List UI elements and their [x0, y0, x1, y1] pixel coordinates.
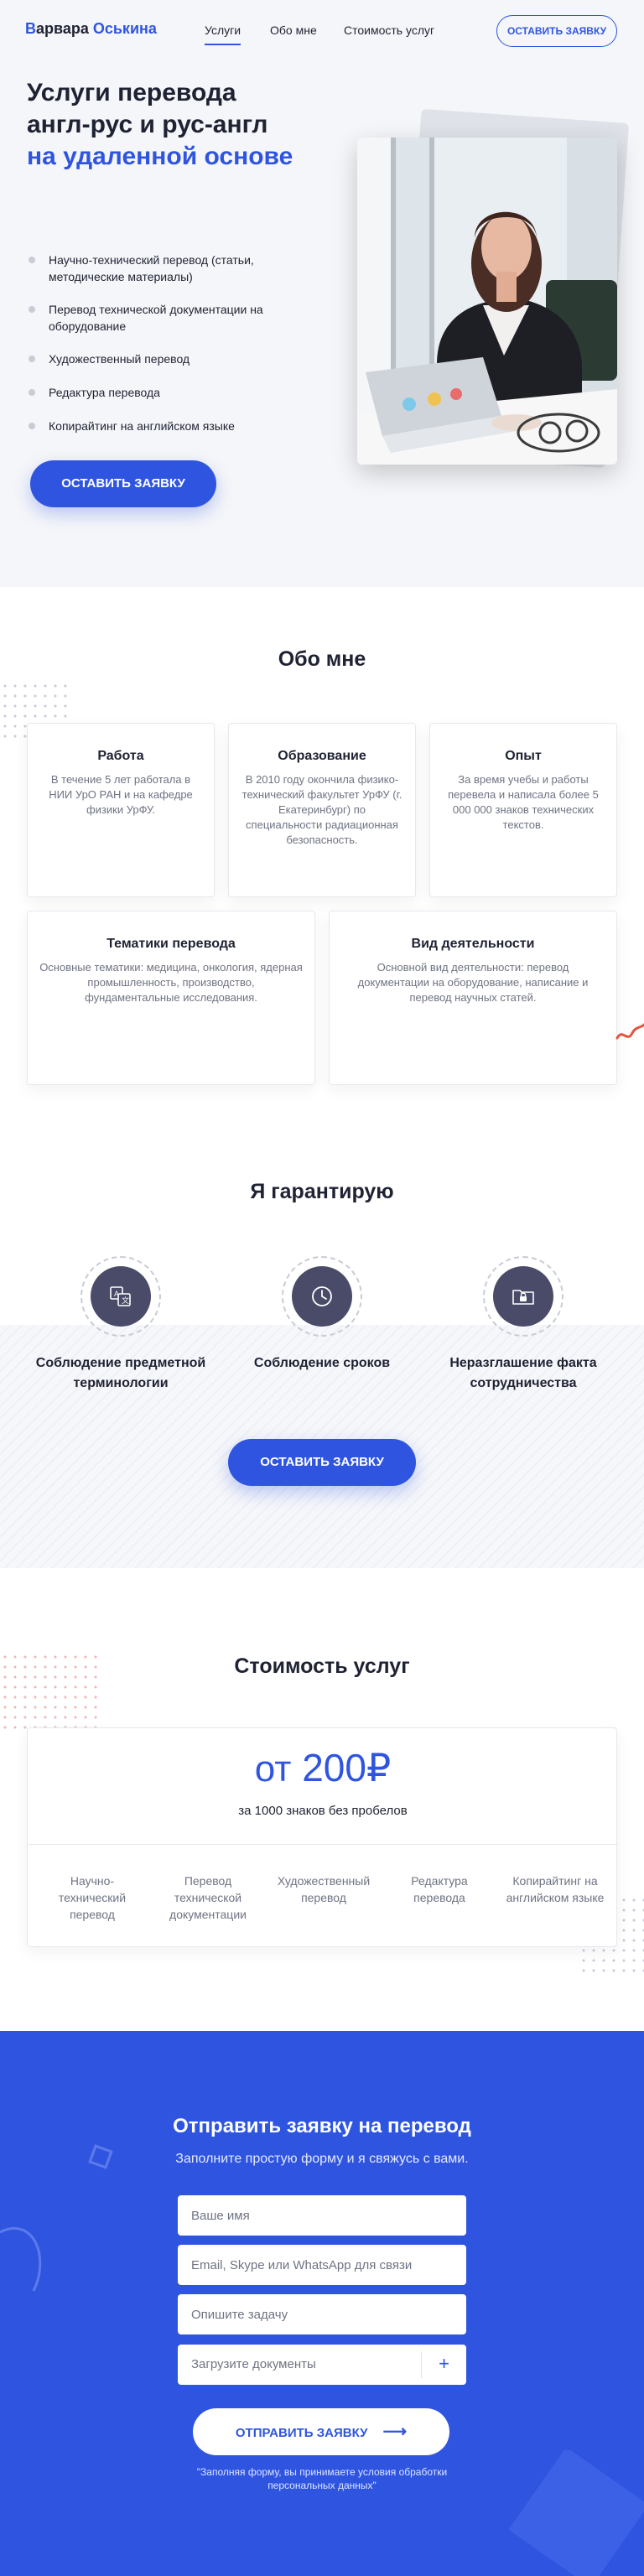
submit-request-button[interactable]: ОТПРАВИТЬ ЗАЯВКУ ⟶ — [193, 2408, 449, 2455]
arrow-right-icon: ⟶ — [382, 2423, 408, 2441]
guarantee-label: Неразглашение факта сотрудничества — [449, 1356, 597, 1390]
form-title: Отправить заявку на перевод — [173, 2115, 471, 2137]
services-list: Научно-технический перевод (статьи, мето… — [27, 252, 304, 451]
service-item: Научно-технический перевод (статьи, мето… — [27, 252, 304, 285]
squiggle-decoration — [615, 1023, 644, 1040]
about-title: Обо мне — [278, 647, 366, 671]
translator-photo — [357, 138, 617, 465]
guarantee-icon-ring: A 文 — [80, 1256, 161, 1337]
shape-decoration — [508, 2450, 644, 2576]
card-title: Опыт — [505, 749, 542, 763]
site-header: Варвара Оськина Услуги Обо мне Стоимость… — [0, 0, 644, 59]
price-category: Редактура перевода — [411, 1874, 468, 1904]
logo-initial: В — [25, 20, 36, 37]
price-category: Художественный перевод — [277, 1874, 371, 1904]
task-field[interactable] — [178, 2294, 466, 2334]
svg-text:文: 文 — [122, 1296, 129, 1305]
hero-title: Услуги перевода англ-рус и рус-англ на у… — [27, 77, 345, 173]
logo-first-name: арвара — [36, 20, 93, 37]
guarantee-label: Соблюдение предметной терминологии — [35, 1356, 206, 1390]
nav-about[interactable]: Обо мне — [270, 23, 317, 37]
plus-icon[interactable]: + — [422, 2345, 466, 2385]
service-item: Редактура перевода — [27, 384, 304, 401]
guarantee-label: Соблюдение сроков — [253, 1356, 391, 1370]
about-card-education: Образование В 2010 году окончила физико-… — [228, 723, 416, 897]
service-item: Художественный перевод — [27, 351, 304, 367]
guarantee-item-terminology: A 文 Соблюдение предметной терминологии — [20, 1256, 221, 1394]
contact-field[interactable] — [178, 2245, 466, 2285]
card-text: За время учебы и работы перевела и напис… — [448, 773, 599, 831]
guarantee-item-confidentiality: Неразглашение факта сотрудничества — [423, 1256, 624, 1394]
guarantee-request-button[interactable]: ОСТАВИТЬ ЗАЯВКУ — [228, 1439, 416, 1486]
price-card: от 200₽ за 1000 знаков без пробелов Науч… — [27, 1727, 618, 1947]
price-amount: 200₽ — [302, 1746, 392, 1789]
service-item: Копирайтинг на английском языке — [27, 418, 304, 434]
price-value: от 200₽ — [28, 1745, 618, 1790]
name-field[interactable] — [178, 2195, 466, 2236]
upload-label: Загрузите документы — [191, 2357, 316, 2371]
guarantee-item-deadlines: Соблюдение сроков — [221, 1256, 423, 1374]
price-note: за 1000 знаков без пробелов — [238, 1804, 408, 1818]
hero-title-accent: на удаленной основе — [27, 143, 293, 170]
price-category: Копирайтинг на английском языке — [506, 1874, 605, 1904]
hero-request-button[interactable]: ОСТАВИТЬ ЗАЯВКУ — [30, 460, 216, 507]
logo-last-name: Оськина — [92, 20, 157, 37]
translate-icon: A 文 — [110, 1286, 131, 1306]
card-text: Основной вид деятельности: перевод докум… — [357, 961, 589, 1004]
guarantee-icon-ring — [483, 1256, 564, 1337]
card-text: В течение 5 лет работала в НИИ УрО РАН и… — [49, 773, 193, 816]
card-text: Основные тематики: медицина, онкология, … — [39, 961, 303, 1004]
request-form-section: Отправить заявку на перевод Заполните пр… — [0, 2031, 644, 2576]
clock-icon — [312, 1286, 332, 1306]
about-card-activity: Вид деятельности Основной вид деятельнос… — [329, 911, 617, 1085]
hero-title-line2: англ-рус и рус-англ — [27, 111, 268, 138]
upload-field[interactable]: Загрузите документы + — [178, 2345, 466, 2385]
card-title: Вид деятельности — [411, 937, 535, 951]
hero-title-line1: Услуги перевода — [27, 79, 236, 106]
privacy-note: "Заполняя форму, вы принимаете условия о… — [196, 2466, 448, 2491]
price-category: Перевод технической документации — [169, 1874, 247, 1921]
nav-services[interactable]: Услуги — [205, 23, 242, 45]
header-request-button[interactable]: ОСТАВИТЬ ЗАЯВКУ — [496, 15, 617, 47]
price-prefix: от — [254, 1748, 292, 1789]
card-title: Работа — [97, 749, 144, 763]
card-text: В 2010 году окончила физико-технический … — [242, 773, 402, 846]
svg-text:A: A — [114, 1290, 119, 1298]
about-card-experience: Опыт За время учебы и работы перевела и … — [429, 723, 617, 897]
price-category: Научно-технический перевод — [58, 1874, 127, 1921]
card-title: Образование — [278, 749, 366, 763]
service-item: Перевод технической документации на обор… — [27, 301, 304, 335]
pricing-title: Стоимость услуг — [234, 1654, 410, 1678]
about-card-work: Работа В течение 5 лет работала в НИИ Ур… — [27, 723, 215, 897]
lock-folder-icon — [512, 1290, 534, 1305]
form-subtitle: Заполните простую форму и я свяжусь с ва… — [175, 2152, 469, 2166]
submit-label: ОТПРАВИТЬ ЗАЯВКУ — [235, 2426, 368, 2440]
guarantee-icon-ring — [282, 1256, 362, 1337]
about-card-topics: Тематики перевода Основные тематики: мед… — [27, 911, 315, 1085]
card-title: Тематики перевода — [106, 937, 236, 951]
logo[interactable]: Варвара Оськина — [25, 20, 157, 38]
nav-pricing[interactable]: Стоимость услуг — [344, 23, 434, 37]
guarantee-title: Я гарантирую — [250, 1180, 394, 1203]
divider — [28, 1844, 618, 1845]
